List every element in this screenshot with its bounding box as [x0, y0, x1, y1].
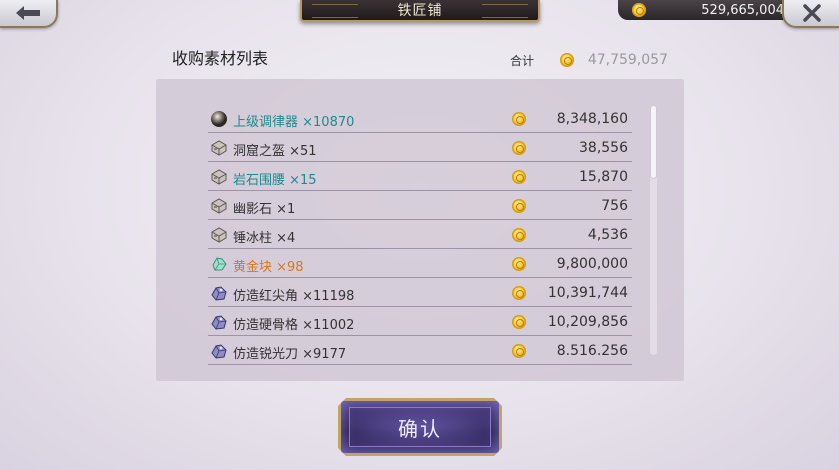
list-item[interactable]: 仿造硬骨格 ×11002 10,209,856: [208, 307, 632, 336]
item-price: 10,209,856: [547, 314, 628, 330]
item-price: 15,870: [579, 169, 628, 185]
gold-coin-icon: [512, 199, 526, 213]
gold-coin-icon: [512, 315, 526, 329]
scrollbar-thumb[interactable]: [650, 105, 657, 179]
page-title: 铁匠铺: [300, 0, 540, 22]
item-name: 仿造锐光刀 ×9177: [233, 347, 347, 362]
list-item[interactable]: 锤冰柱 ×4 4,536: [208, 220, 632, 249]
gold-coin-icon: [512, 286, 526, 300]
scrollbar[interactable]: [650, 105, 657, 355]
list-title: 收购素材列表: [172, 49, 269, 68]
item-price: 10,391,744: [547, 285, 628, 301]
ore-icon: [210, 313, 228, 331]
list-item[interactable]: 幽影石 ×1 756: [208, 191, 632, 220]
material-list-panel[interactable]: 上级调律器 ×10870 8,348,160 洞窟之盔 ×51 38,556 岩石围腰 …: [156, 79, 684, 381]
list-item[interactable]: 黄金块 ×98 9,800,000: [208, 249, 632, 278]
list-item[interactable]: 仿造红尖角 ×11198 10,391,744: [208, 278, 632, 307]
item-price: 38,556: [579, 140, 628, 156]
list-item[interactable]: 岩石围腰 ×15 15,870: [208, 162, 632, 191]
total-label: 合计: [510, 53, 535, 68]
item-name: 岩石围腰 ×15: [233, 173, 317, 188]
item-price: 8,348,160: [556, 111, 628, 127]
confirm-button[interactable]: 确认: [338, 398, 502, 456]
back-arrow-icon: [16, 6, 40, 20]
item-name: 洞窟之盔 ×51: [233, 144, 317, 159]
gold-coin-icon: [632, 3, 646, 17]
gold-coin-icon: [512, 228, 526, 242]
gold-coin-icon: [512, 170, 526, 184]
close-icon: [802, 4, 821, 22]
item-name: 幽影石 ×1: [233, 202, 296, 217]
item-name: 仿造硬骨格 ×11002: [233, 318, 355, 333]
back-button[interactable]: [0, 0, 58, 28]
material-list: 上级调律器 ×10870 8,348,160 洞窟之盔 ×51 38,556 岩石围腰 …: [208, 104, 632, 365]
armor-icon: [210, 226, 228, 244]
list-item[interactable]: 仿造锐光刀 ×9177 8.516.256: [208, 336, 632, 365]
crystal-icon: [210, 255, 228, 273]
close-button[interactable]: [782, 0, 839, 28]
ore-icon: [210, 284, 228, 302]
gold-coin-icon: [512, 257, 526, 271]
gold-coin-icon: [512, 344, 526, 358]
ore-icon: [210, 342, 228, 360]
gold-coin-icon: [512, 141, 526, 155]
list-item[interactable]: 上级调律器 ×10870 8,348,160: [208, 104, 632, 133]
item-price: 9,800,000: [556, 256, 628, 272]
item-price: 4,536: [587, 227, 628, 243]
item-name: 锤冰柱 ×4: [233, 231, 296, 246]
armor-icon: [210, 168, 228, 186]
armor-icon: [210, 139, 228, 157]
sphere-icon: [210, 110, 228, 128]
item-name: 上级调律器 ×10870: [233, 115, 355, 130]
item-price: 756: [601, 198, 628, 214]
currency-amount: 529,665,004: [701, 2, 784, 18]
currency-display: 529,665,004: [618, 0, 796, 20]
gold-coin-icon: [560, 53, 575, 67]
item-price: 8.516.256: [556, 343, 628, 359]
confirm-label: 确认: [398, 416, 442, 441]
gold-coin-icon: [512, 112, 526, 126]
total-summary: 合计 47,759,057: [510, 50, 668, 70]
list-item[interactable]: 洞窟之盔 ×51 38,556: [208, 133, 632, 162]
total-value: 47,759,057: [587, 52, 668, 68]
item-name: 黄金块 ×98: [233, 260, 304, 275]
item-name: 仿造红尖角 ×11198: [233, 289, 355, 304]
armor-icon: [210, 197, 228, 215]
